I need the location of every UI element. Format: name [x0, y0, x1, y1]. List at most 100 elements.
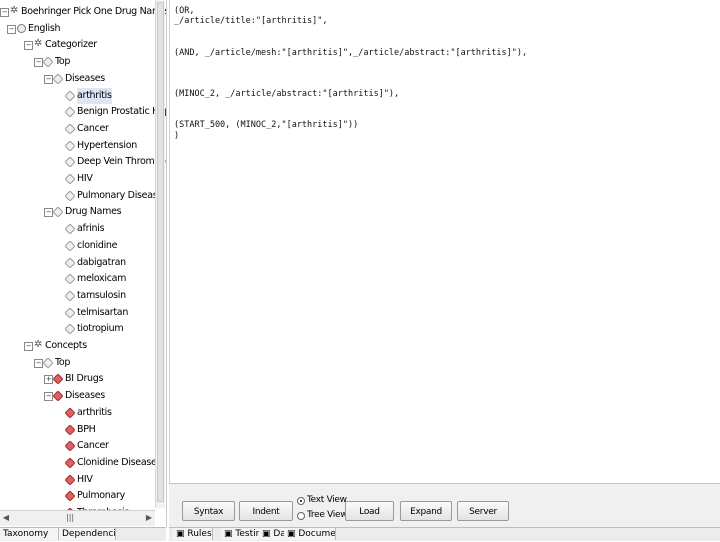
editor-line[interactable]: (AND, _/article/mesh:"[arthritis]",_/art…: [174, 48, 527, 58]
tree-node[interactable]: dabigatran: [0, 255, 155, 271]
rule-text-editor[interactable]: (OR, _/article/title:"[arthritis]", (AND, …: [169, 0, 720, 483]
tree-node[interactable]: − Top: [0, 54, 155, 70]
tree-node[interactable]: clonidine: [0, 238, 155, 254]
tree-node[interactable]: − Diseases: [0, 388, 155, 404]
tree-expander-icon[interactable]: −: [44, 208, 53, 218]
tab-taxonomy[interactable]: Taxonomy: [0, 528, 59, 540]
tree-node[interactable]: − English: [0, 21, 155, 37]
tab-document[interactable]: ▣ Document: [284, 528, 336, 540]
tree-node[interactable]: HIV: [0, 472, 155, 488]
tree-node[interactable]: − ✲ Categorizer: [0, 37, 155, 53]
tree-node[interactable]: Hypertension: [0, 138, 155, 154]
tree-node-label: Hypertension: [77, 139, 137, 151]
category-node-icon: [64, 89, 76, 102]
category-node-icon: ✲: [34, 38, 43, 50]
tree-node-label: afrinis: [77, 223, 105, 235]
tree-node[interactable]: Pulmonary Disease: [0, 188, 163, 204]
tree-node[interactable]: Pulmonary: [0, 488, 155, 504]
tree-node-label: dabigatran: [77, 256, 126, 268]
editor-line[interactable]: (MINOC_2, _/article/abstract:"[arthritis…: [174, 89, 399, 99]
text-view-radio[interactable]: [297, 497, 305, 505]
tree-expander-icon[interactable]: −: [44, 74, 53, 84]
tree-expander-icon[interactable]: −: [34, 358, 43, 368]
load-text-button[interactable]: Load Text...: [345, 501, 394, 537]
tree-expander-icon[interactable]: −: [44, 392, 53, 402]
tree-expander-icon[interactable]: −: [24, 342, 33, 351]
tree-node[interactable]: HIV: [0, 171, 155, 187]
tree-expander-icon[interactable]: −: [34, 58, 43, 68]
tree-node[interactable]: afrinis: [0, 221, 155, 237]
right-tab-bar: ▣ Rules ▣ Testing ▣ Data ▣ Document: [169, 527, 720, 541]
editor-line[interactable]: (START_500, (MINOC_2,"[arthritis]")): [174, 120, 358, 130]
category-node-icon: [52, 73, 64, 85]
tree-scroll-thumb[interactable]: [157, 2, 164, 502]
tree-node[interactable]: arthritis: [0, 87, 155, 104]
tree-node-label: Deep Vein Thrombosis: [77, 156, 166, 168]
editor-line[interactable]: (OR,: [174, 6, 194, 16]
server-query-button[interactable]: Server Query...: [457, 501, 509, 537]
scroll-right-arrow-icon[interactable]: ▶: [145, 513, 153, 523]
tab-rules[interactable]: ▣ Rules: [173, 528, 213, 540]
syntax-check-button[interactable]: Syntax Check: [182, 501, 235, 537]
tree-node-label: arthritis: [77, 406, 112, 418]
category-node-icon: [64, 306, 76, 319]
tree-view-label: Tree View: [307, 510, 348, 520]
category-node-icon: [64, 156, 76, 168]
tree-expander-icon[interactable]: −: [7, 24, 16, 34]
document-tab-icon: ▣: [287, 529, 299, 539]
tree-node[interactable]: − Drug Names: [0, 204, 155, 220]
tree-node[interactable]: − Diseases: [0, 71, 155, 87]
tree-expander-icon[interactable]: +: [44, 375, 53, 385]
tree-node[interactable]: − Top: [0, 355, 155, 371]
tree-vertical-scrollbar[interactable]: [155, 0, 165, 508]
tree-node[interactable]: Deep Vein Thrombosis: [0, 154, 166, 170]
taxonomy-tree-pane: −✲Boehringer Pick One Drug Names Disease…: [0, 0, 167, 527]
scroll-grip-icon[interactable]: |||: [66, 513, 76, 523]
tree-node[interactable]: tamsulosin: [0, 288, 155, 304]
category-node-icon: ✲: [34, 339, 43, 350]
category-node-icon: [64, 273, 76, 285]
tree-node[interactable]: BPH: [0, 422, 155, 438]
data-tab-icon: ▣: [262, 529, 274, 539]
indent-button[interactable]: Indent: [239, 501, 293, 521]
category-node-icon: [64, 223, 76, 235]
tab-testing[interactable]: ▣ Testing: [221, 528, 264, 540]
tree-node-label: Pulmonary: [77, 490, 125, 502]
tree-node[interactable]: arthritis: [0, 405, 155, 421]
tree-node[interactable]: Cancer: [0, 121, 155, 137]
tree-node-label: Pulmonary Disease: [77, 189, 163, 201]
tree-node-label: English: [28, 22, 61, 34]
tree-node-label: tiotropium: [77, 323, 124, 335]
tree-node[interactable]: telmisartan: [0, 305, 155, 321]
category-node-icon: [52, 206, 64, 219]
expand-forms-button[interactable]: Expand Forms: [400, 501, 452, 537]
category-node-icon: [64, 190, 76, 202]
concept-node-icon: [52, 390, 64, 402]
tree-node-label: Diseases: [65, 390, 105, 402]
tree-expander-icon[interactable]: −: [24, 41, 33, 51]
category-node-icon: ✲: [10, 5, 19, 16]
category-node-icon: [42, 357, 54, 369]
tree-node[interactable]: meloxicam: [0, 271, 155, 287]
tree-horizontal-scrollbar[interactable]: ◀ ||| ▶: [0, 510, 155, 526]
tree-node-label: Cancer: [77, 440, 109, 452]
scroll-left-arrow-icon[interactable]: ◀: [2, 513, 10, 523]
editor-line[interactable]: _/article/title:"[arthritis]",: [174, 16, 328, 26]
tree-node-label: telmisartan: [77, 306, 129, 318]
tree-node[interactable]: −✲Boehringer Pick One Drug Names Disease: [0, 4, 166, 20]
category-node-icon: [64, 173, 76, 185]
tree-node[interactable]: + BI Drugs: [0, 371, 155, 387]
tab-dependencies[interactable]: Dependencies: [59, 528, 116, 540]
tree-node-label: clonidine: [77, 239, 118, 251]
editor-line[interactable]: ): [174, 131, 179, 141]
tree-node-label: arthritis: [77, 87, 112, 104]
tree-expander-icon[interactable]: −: [0, 8, 9, 17]
tree-node[interactable]: Clonidine Disease: [0, 455, 157, 471]
tree-node[interactable]: tiotropium: [0, 321, 155, 337]
tree-node[interactable]: Cancer: [0, 438, 155, 454]
rules-tab-icon: ▣: [176, 529, 188, 539]
tree-node[interactable]: Benign Prostatic Hyperpla: [0, 104, 166, 120]
tree-view-radio[interactable]: [297, 512, 305, 520]
tree-node[interactable]: − ✲ Concepts: [0, 338, 155, 354]
tree-node-label: BI Drugs: [65, 373, 104, 385]
